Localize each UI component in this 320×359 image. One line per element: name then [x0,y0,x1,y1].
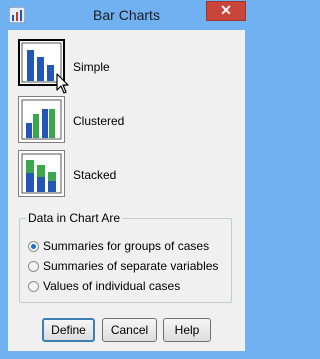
data-in-chart-group: Data in Chart Are Summaries for groups o… [19,211,232,303]
radio-label: Summaries for groups of cases [43,239,210,253]
simple-chart-label: Simple [73,60,110,74]
dialog-window: Bar Charts ✕ Simple Clustered Stacked Da… [0,0,253,359]
radio-label: Values of individual cases [43,279,181,293]
mouse-cursor-icon [56,73,69,94]
group-title: Data in Chart Are [26,211,123,225]
radio-button[interactable] [28,261,39,272]
radio-button-selected[interactable] [28,241,39,252]
radio-button[interactable] [28,281,39,292]
close-icon: ✕ [220,2,232,18]
close-button[interactable]: ✕ [206,1,246,21]
define-button[interactable]: Define [42,318,95,342]
title-bar[interactable]: Bar Charts ✕ [0,0,253,30]
cancel-button[interactable]: Cancel [102,318,157,342]
help-button[interactable]: Help [163,318,211,342]
clustered-chart-label: Clustered [73,114,125,128]
stacked-chart-label: Stacked [73,168,117,182]
clustered-bar-chart-icon [21,99,62,140]
radio-label: Summaries of separate variables [43,259,219,273]
clustered-chart-button[interactable] [18,96,65,143]
dialog-client-area: Simple Clustered Stacked Data in Chart A… [8,30,245,351]
stacked-chart-button[interactable] [18,150,65,197]
stacked-bar-chart-icon [21,153,62,194]
